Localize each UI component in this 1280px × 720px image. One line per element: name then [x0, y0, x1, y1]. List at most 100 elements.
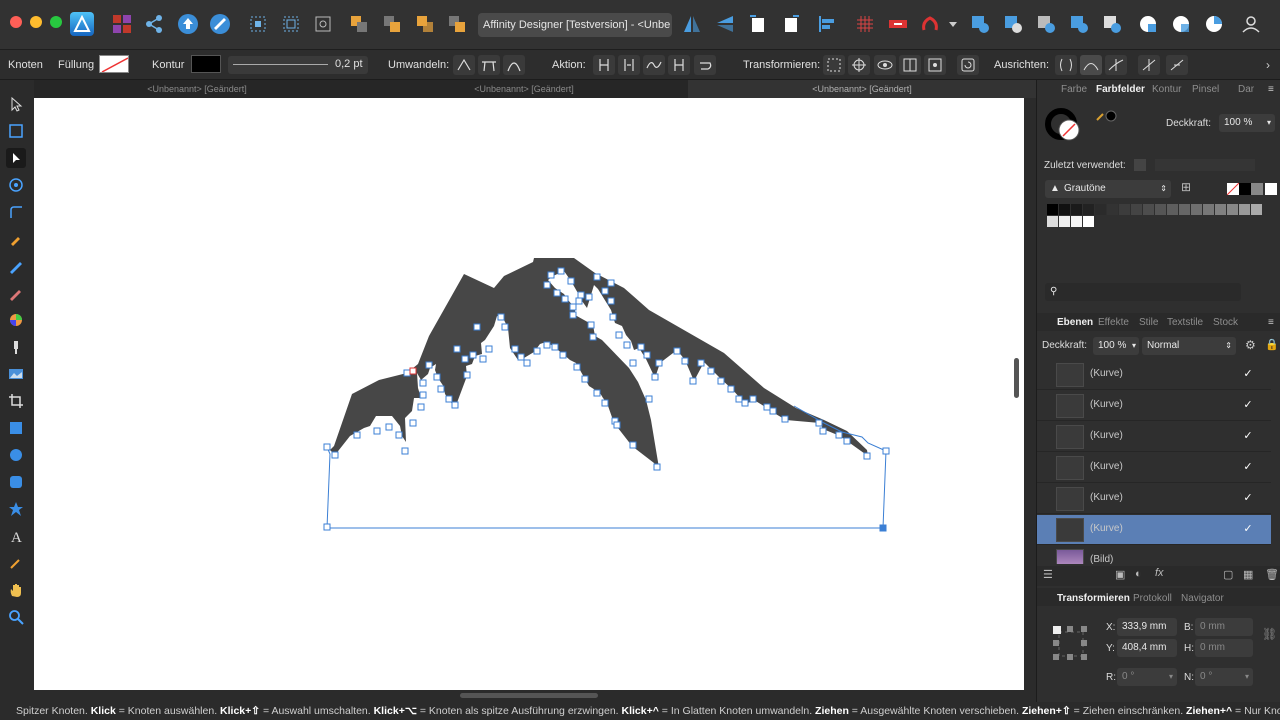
tab-dar[interactable]: Dar	[1238, 84, 1254, 95]
swatch-search-input[interactable]: ⚲	[1045, 283, 1241, 301]
layer-row[interactable]: (Kurve) ✓	[1037, 360, 1271, 390]
color-swatch[interactable]	[1251, 204, 1262, 215]
layer-visibility-checkbox[interactable]: ✓	[1241, 491, 1255, 505]
snapping-icon[interactable]	[246, 12, 270, 36]
mountain-artwork[interactable]	[34, 98, 1024, 690]
vertical-scroll-thumb[interactable]	[1014, 358, 1019, 398]
transform-mode-icon[interactable]	[823, 55, 845, 75]
fx-icon[interactable]: fx	[1155, 567, 1164, 579]
pencil-tool-icon[interactable]	[6, 256, 26, 276]
color-swatch[interactable]	[1107, 204, 1118, 215]
tab-ebenen[interactable]: Ebenen	[1057, 317, 1093, 328]
color-swatch[interactable]	[1119, 204, 1130, 215]
layer-row[interactable]: (Bild)	[1037, 546, 1271, 564]
place-image-tool-icon[interactable]	[6, 364, 26, 384]
node-tool-icon[interactable]	[6, 148, 26, 168]
color-opacity-field[interactable]: 100 % ▾	[1219, 114, 1275, 132]
smooth-curve-icon[interactable]	[643, 55, 665, 75]
tab-transformieren[interactable]: Transformieren	[1057, 593, 1130, 604]
color-swatch[interactable]	[1059, 204, 1070, 215]
share-icon[interactable]	[142, 12, 166, 36]
crop-tool-icon[interactable]	[6, 391, 26, 411]
layers-menu-icon[interactable]: ≡	[1268, 317, 1274, 328]
fill-stroke-selector[interactable]	[1045, 106, 1081, 142]
horizontal-scroll-thumb[interactable]	[460, 693, 598, 698]
canvas[interactable]	[34, 98, 1024, 690]
add-icon[interactable]	[968, 12, 992, 36]
node-handles-icon[interactable]	[1105, 55, 1127, 75]
rotate-left-icon[interactable]	[746, 12, 770, 36]
snapping-dropdown-icon[interactable]	[946, 12, 960, 36]
height-field[interactable]: 0 mm	[1195, 639, 1253, 657]
view-mode-icon[interactable]	[279, 12, 303, 36]
tab-stile[interactable]: Stile	[1139, 317, 1158, 328]
corner-tool-icon[interactable]	[6, 202, 26, 222]
black-swatch[interactable]	[1239, 183, 1251, 195]
reverse-curve-icon[interactable]	[694, 55, 716, 75]
shear-field[interactable]: 0 ° ▾	[1195, 668, 1253, 686]
document-tab-1[interactable]: <Unbenannt> [Geändert]	[34, 80, 360, 98]
zoom-tool-icon[interactable]	[6, 607, 26, 627]
y-field[interactable]: 408,4 mm	[1117, 639, 1177, 657]
color-swatch[interactable]	[1095, 204, 1106, 215]
tab-textstile[interactable]: Textstile	[1167, 317, 1203, 328]
tab-farbe[interactable]: Farbe	[1061, 84, 1087, 95]
color-swatch[interactable]	[1239, 204, 1250, 215]
blend-mode-dropdown[interactable]: Normal ⇕	[1142, 337, 1236, 355]
color-swatch[interactable]	[1191, 204, 1202, 215]
close-curve-icon[interactable]	[618, 55, 640, 75]
reset-transform-icon[interactable]	[957, 55, 979, 75]
arrange-backward-icon[interactable]	[380, 12, 404, 36]
context-icon[interactable]	[1202, 12, 1226, 36]
color-swatch[interactable]	[1167, 204, 1178, 215]
stroke-width-slider[interactable]: 0,2 pt	[228, 56, 368, 74]
more-options-icon[interactable]: ›	[1266, 58, 1270, 72]
layer-row[interactable]: (Kurve) ✓	[1037, 422, 1271, 452]
flip-vertical-icon[interactable]	[713, 12, 737, 36]
text-tool-icon[interactable]: A	[6, 526, 26, 546]
panel-menu-icon[interactable]: ≡	[1268, 84, 1274, 95]
divide-icon[interactable]	[1100, 12, 1124, 36]
swatch-grid[interactable]	[1047, 204, 1267, 230]
arrange-front-icon[interactable]	[445, 12, 469, 36]
palette-dropdown[interactable]: ▲ Grautöne ⇕	[1045, 180, 1171, 198]
transform-box-icon[interactable]	[924, 55, 946, 75]
document-tab-2[interactable]: <Unbenannt> [Geändert]	[360, 80, 688, 98]
horizontal-scrollbar[interactable]	[34, 690, 1036, 702]
align-icon[interactable]	[815, 12, 839, 36]
intersect-icon[interactable]	[1034, 12, 1058, 36]
layer-row[interactable]: (Kurve) ✓	[1037, 391, 1271, 421]
color-swatch[interactable]	[1071, 216, 1082, 227]
color-swatch[interactable]	[1059, 216, 1070, 227]
tab-effekte[interactable]: Effekte	[1098, 317, 1129, 328]
affinity-logo-icon[interactable]	[70, 12, 94, 36]
transform-origin-icon[interactable]	[311, 12, 335, 36]
break-curve-icon[interactable]	[593, 55, 615, 75]
tab-pinsel[interactable]: Pinsel	[1192, 84, 1219, 95]
flip-horizontal-icon[interactable]	[680, 12, 704, 36]
insert-inside-icon[interactable]	[1136, 12, 1160, 36]
subtract-icon[interactable]	[1001, 12, 1025, 36]
layer-row[interactable]: (Kurve) ✓	[1037, 453, 1271, 483]
star-tool-icon[interactable]	[6, 499, 26, 519]
color-picker-tool-icon[interactable]	[6, 553, 26, 573]
rotate-right-icon[interactable]	[779, 12, 803, 36]
close-window-button[interactable]	[10, 16, 22, 28]
color-swatch[interactable]	[1155, 204, 1166, 215]
align-center-icon[interactable]	[1138, 55, 1160, 75]
gear-icon[interactable]: ⚙	[1245, 338, 1256, 352]
export-persona-icon[interactable]	[176, 12, 200, 36]
fill-swatch[interactable]	[99, 55, 129, 73]
layer-visibility-checkbox[interactable]: ✓	[1241, 522, 1255, 536]
document-title[interactable]: Affinity Designer [Testversion] - <Unbe …	[478, 13, 672, 37]
new-layer-icon[interactable]: ▢	[1223, 568, 1233, 581]
mask-icon[interactable]: ▣	[1115, 568, 1125, 581]
ellipse-tool-icon[interactable]	[6, 445, 26, 465]
hand-tool-icon[interactable]	[6, 580, 26, 600]
rounded-rectangle-tool-icon[interactable]	[6, 472, 26, 492]
join-curves-icon[interactable]	[668, 55, 690, 75]
xor-icon[interactable]	[1067, 12, 1091, 36]
user-account-icon[interactable]	[1239, 12, 1263, 36]
link-icon[interactable]: ⛓	[1262, 627, 1277, 641]
crosshair-icon[interactable]	[848, 55, 870, 75]
